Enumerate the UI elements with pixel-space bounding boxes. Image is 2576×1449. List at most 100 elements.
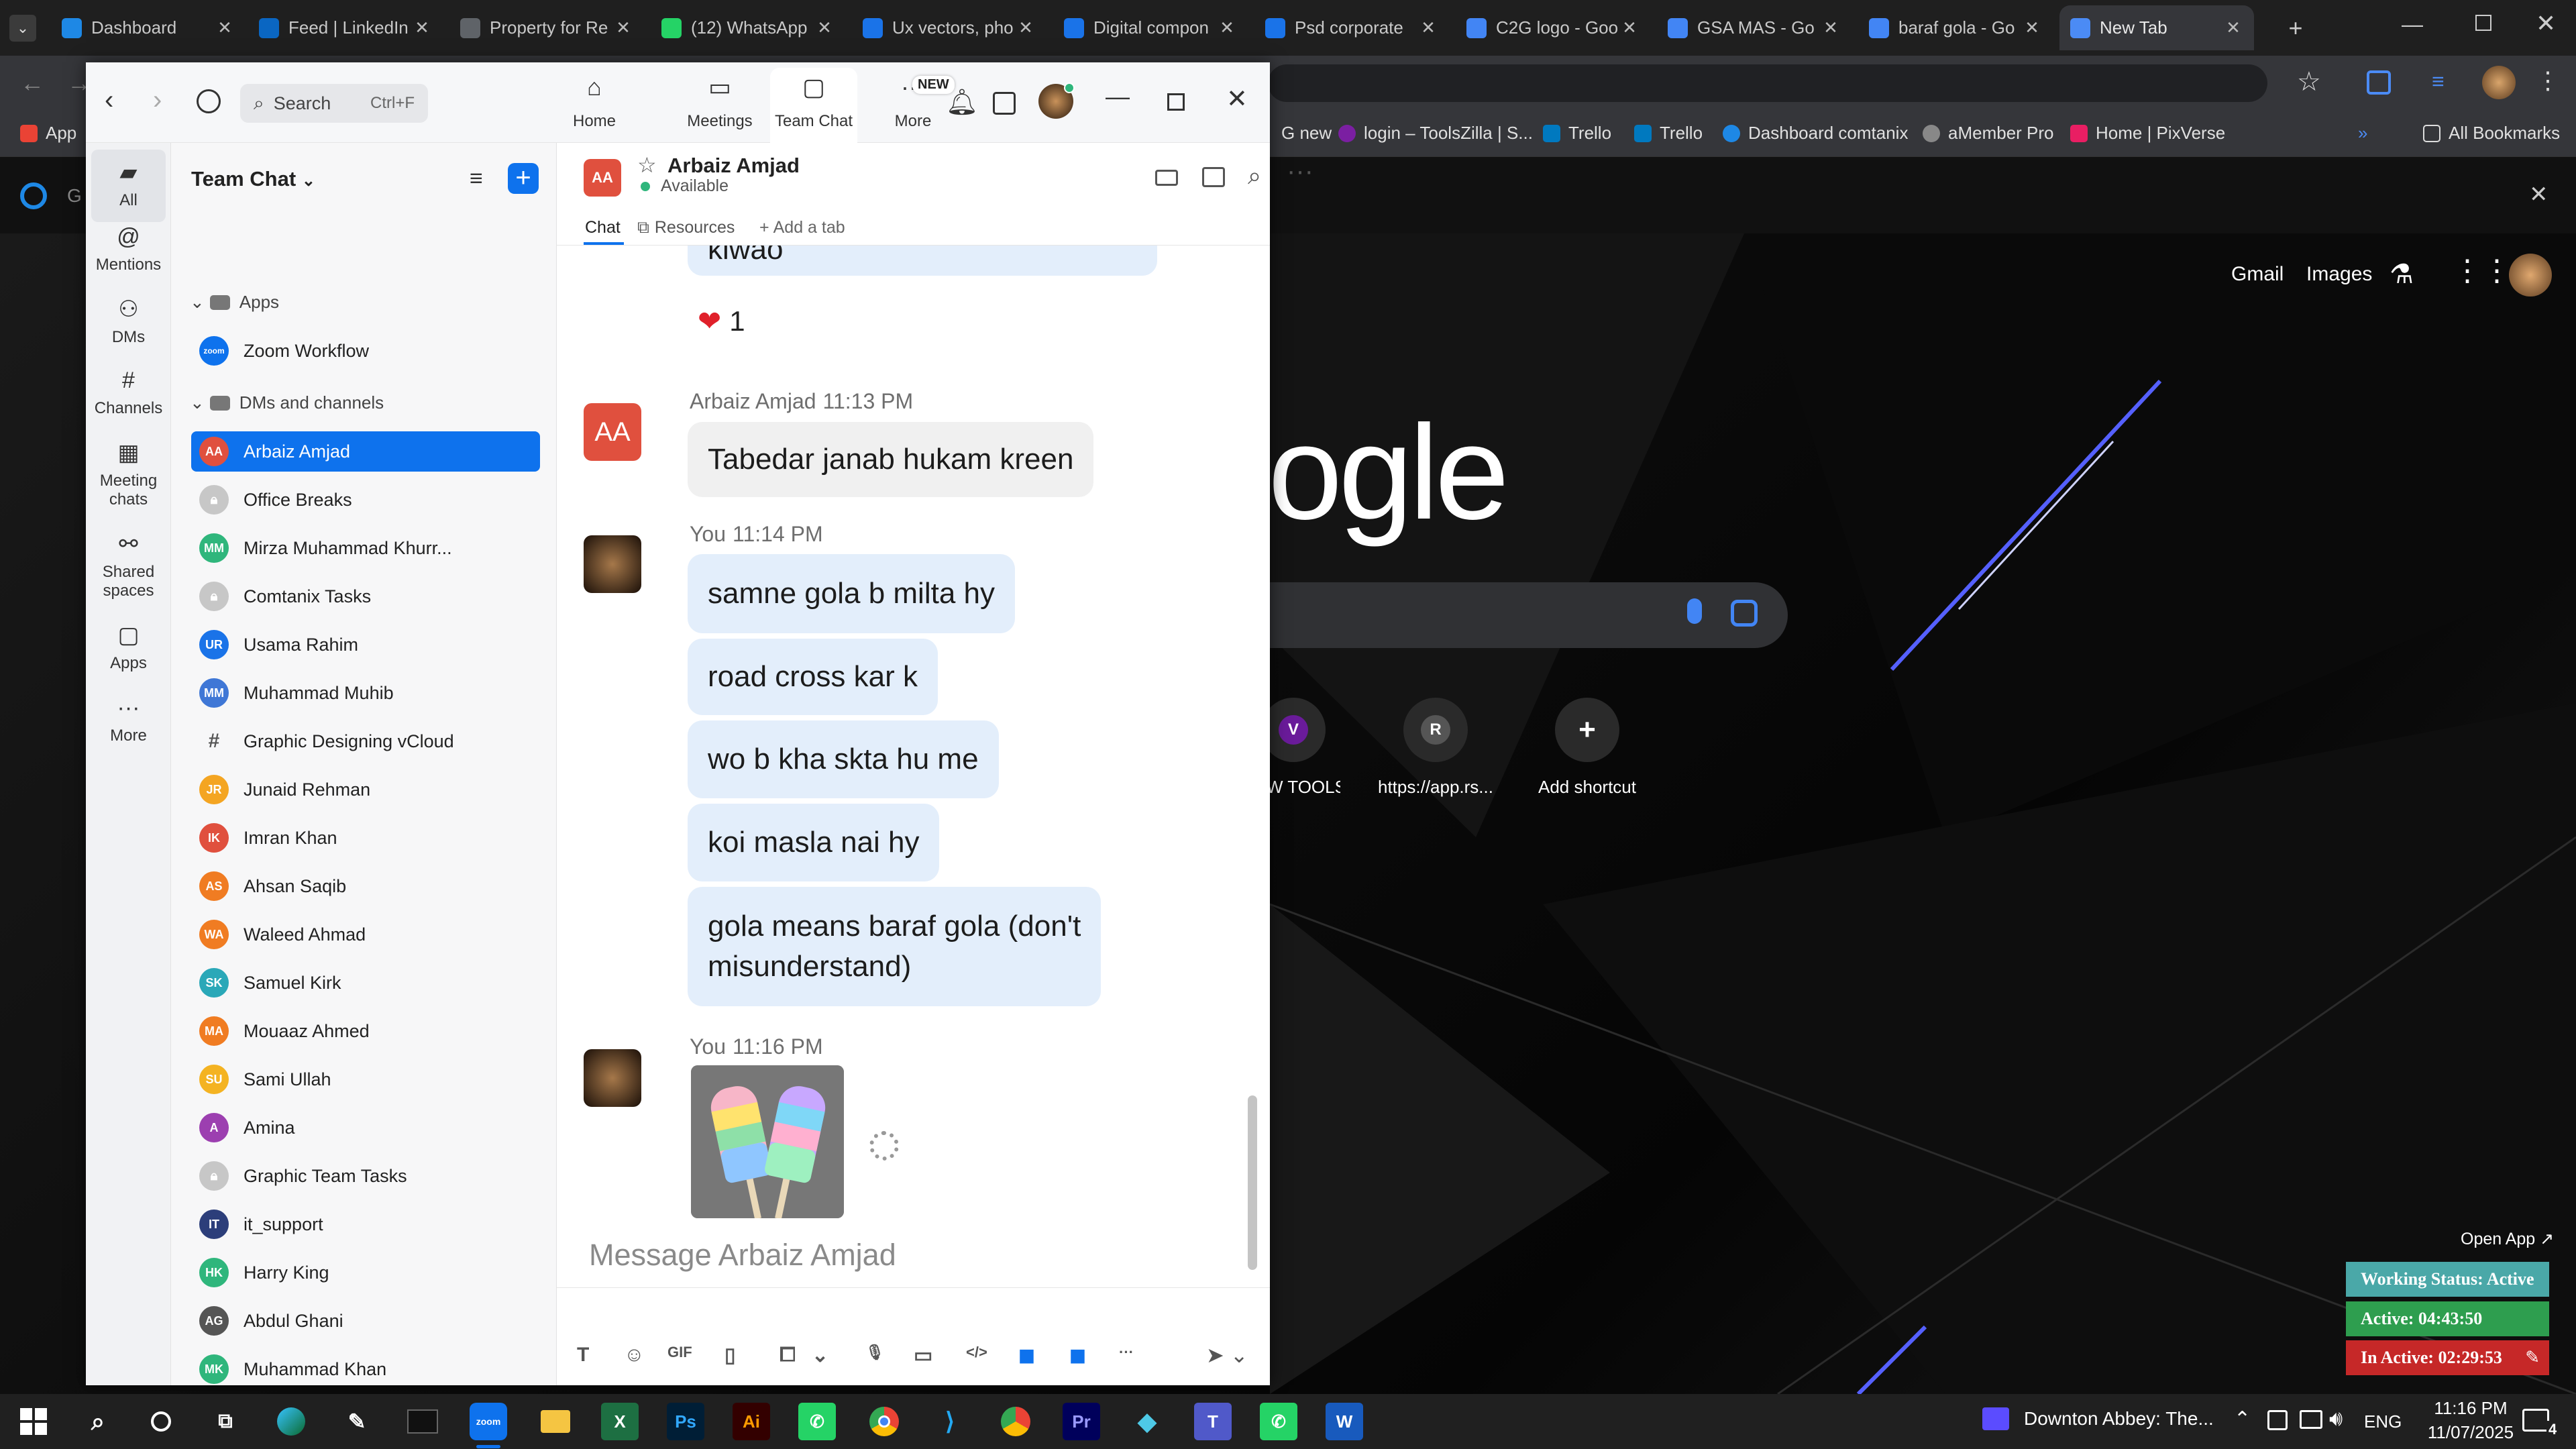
format-text-icon[interactable]: T [577, 1344, 589, 1366]
sidebar-item[interactable]: SK Samuel Kirk [191, 963, 540, 1003]
window-close[interactable]: ✕ [2536, 9, 2556, 38]
video-call-icon[interactable] [1155, 170, 1178, 186]
section-dms[interactable]: ⌄ DMs and channels [190, 392, 384, 413]
nav-home[interactable]: ⌂ Home [551, 68, 638, 143]
tab-close-icon[interactable]: ✕ [1821, 17, 1841, 38]
chrome-active-icon[interactable] [997, 1403, 1034, 1440]
window-minimize[interactable]: — [2402, 12, 2423, 37]
bookmark-item[interactable]: Home | PixVerse [2070, 123, 2225, 144]
bookmark-item[interactable]: G new [1281, 123, 1332, 144]
tab-close-icon[interactable]: ✕ [412, 17, 432, 38]
all-bookmarks[interactable]: All Bookmarks [2423, 123, 2560, 144]
contact-avatar[interactable]: AA [584, 159, 621, 197]
app-icon-blue-2[interactable]: ◼ [1069, 1344, 1086, 1367]
browser-tab[interactable]: Dashboard ✕ [51, 5, 246, 50]
photoshop-icon[interactable]: Ps [667, 1403, 704, 1440]
emoji-icon[interactable]: ☺ [624, 1344, 645, 1366]
image-attachment[interactable] [691, 1065, 844, 1218]
tab-close-icon[interactable]: ✕ [1619, 17, 1640, 38]
history-icon[interactable] [197, 89, 221, 113]
code-snippet-icon[interactable]: </> [966, 1344, 987, 1361]
sidebar-item[interactable]: SU Sami Ullah [191, 1059, 540, 1099]
network-icon[interactable] [2300, 1410, 2322, 1429]
excel-icon[interactable]: X [601, 1403, 639, 1440]
nav-team-chat[interactable]: ▢ Team Chat [770, 68, 857, 143]
nav-meetings[interactable]: ▭ Meetings [676, 68, 763, 143]
browser-tab[interactable]: GSA MAS - Go ✕ [1657, 5, 1851, 50]
sidebar-title[interactable]: Team Chat ⌄ [191, 167, 315, 191]
bookmark-item[interactable]: Dashboard comtanix [1723, 123, 1908, 144]
media-widget[interactable]: Downton Abbey: The... [1982, 1407, 2214, 1430]
tab-close-icon[interactable]: ✕ [613, 17, 633, 38]
sidebar-item[interactable]: 🔒︎ Office Breaks [191, 480, 540, 520]
edit-pencil-icon[interactable]: ✎ [2525, 1348, 2540, 1368]
sidebar-item[interactable]: MM Muhammad Muhib [191, 673, 540, 713]
chrome-menu-icon[interactable]: ⋮ [2536, 66, 2560, 95]
chrome-icon[interactable] [865, 1403, 903, 1440]
app-icon-blue[interactable]: ◼ [1018, 1344, 1035, 1367]
address-bar[interactable] [1268, 64, 2267, 102]
message-bubble[interactable]: road cross kar k [688, 639, 938, 715]
windows-start-icon[interactable] [15, 1403, 52, 1440]
tab-close-icon[interactable]: ✕ [1217, 17, 1237, 38]
sender-avatar[interactable]: AA [584, 403, 641, 461]
sidebar-item[interactable]: IK Imran Khan [191, 818, 540, 858]
browser-tab[interactable]: Digital compon ✕ [1053, 5, 1248, 50]
app-diamond-icon[interactable]: ◆ [1128, 1403, 1166, 1440]
extensions-icon[interactable] [2367, 70, 2391, 95]
sidebar-item[interactable]: 🔒︎ Comtanix Tasks [191, 576, 540, 616]
sidebar-item[interactable]: 🔒︎ Graphic Team Tasks [191, 1156, 540, 1196]
favorite-star-icon[interactable]: ☆ [637, 152, 657, 178]
my-avatar[interactable] [584, 1049, 641, 1107]
zoom-search-box[interactable]: ⌕ Search Ctrl+F [240, 84, 428, 123]
filter-icon[interactable]: ≡ [470, 166, 483, 192]
reaction-heart[interactable]: ❤ 1 [698, 305, 745, 337]
tab-close-icon[interactable]: ✕ [2223, 17, 2243, 38]
ntp-shortcut[interactable]: V W TOOLS [1267, 698, 1340, 798]
account-avatar[interactable] [2509, 254, 2552, 297]
sidebar-item[interactable]: JR Junaid Rehman [191, 769, 540, 810]
file-icon[interactable]: ▯ [724, 1344, 736, 1367]
clock-date[interactable]: 11/07/2025 [2420, 1422, 2521, 1443]
gif-icon[interactable]: GIF [667, 1344, 692, 1361]
tab-close-icon[interactable]: ✕ [1418, 17, 1438, 38]
bookmark-star-icon[interactable]: ☆ [2297, 66, 2321, 97]
tab-add[interactable]: + Add a tab [759, 218, 845, 237]
share-screen-icon[interactable] [1202, 167, 1225, 187]
file-explorer-icon[interactable] [537, 1403, 574, 1440]
notifications-bell-icon[interactable]: 🔔︎ [946, 88, 978, 117]
profile-avatar[interactable] [2482, 66, 2516, 99]
volume-icon[interactable]: 🔊︎ [2329, 1406, 2343, 1432]
chat-search-icon[interactable]: ⌕ [1248, 162, 1261, 191]
ntp-shortcut[interactable]: + Add shortcut [1527, 698, 1648, 798]
message-bubble-partial[interactable]: kiwao [688, 246, 1157, 276]
teams-icon[interactable]: T [1194, 1403, 1232, 1440]
rail-channels[interactable]: # Channels [86, 366, 171, 418]
browser-tab[interactable]: C2G logo - Goo ✕ [1456, 5, 1650, 50]
rail-all[interactable]: ▰ All [91, 150, 166, 222]
video-message-icon[interactable]: ▭ [914, 1344, 932, 1367]
zoom-minimize[interactable]: — [1106, 83, 1130, 111]
cortana-icon[interactable] [142, 1403, 180, 1440]
vscode-icon[interactable]: ⟩ [931, 1403, 969, 1440]
sidebar-item[interactable]: MA Mouaaz Ahmed [191, 1011, 540, 1051]
dropdown-chevron-icon[interactable]: ⌄ [812, 1344, 828, 1367]
illustrator-icon[interactable]: Ai [733, 1403, 770, 1440]
message-bubble[interactable]: koi masla nai hy [688, 804, 940, 881]
rail-apps[interactable]: ▢ Apps [86, 621, 171, 673]
bookmark-item[interactable]: aMember Pro [1923, 123, 2054, 144]
ntp-shortcut[interactable]: Rhttps://app.rs... [1375, 698, 1496, 798]
tab-close-icon[interactable]: ✕ [1016, 17, 1036, 38]
bookmark-item[interactable]: login – ToolsZilla | S... [1338, 123, 1533, 144]
tray-chevron-icon[interactable]: ⌃ [2234, 1407, 2251, 1431]
sidebar-item[interactable]: HK Harry King [191, 1252, 540, 1293]
browser-tab[interactable]: Ux vectors, pho ✕ [852, 5, 1046, 50]
bookmark-item[interactable]: App [20, 123, 76, 144]
message-bubble[interactable]: wo b kha skta hu me [688, 720, 999, 798]
browser-tab[interactable]: Feed | LinkedIn ✕ [248, 5, 443, 50]
bookmark-item[interactable]: Trello [1543, 123, 1611, 144]
message-input[interactable]: Message Arbaiz Amjad [589, 1238, 1233, 1281]
tray-device-icon[interactable] [2267, 1410, 2288, 1430]
browser-tab[interactable]: Property for Re ✕ [449, 5, 644, 50]
tab-chat[interactable]: Chat [585, 218, 621, 237]
